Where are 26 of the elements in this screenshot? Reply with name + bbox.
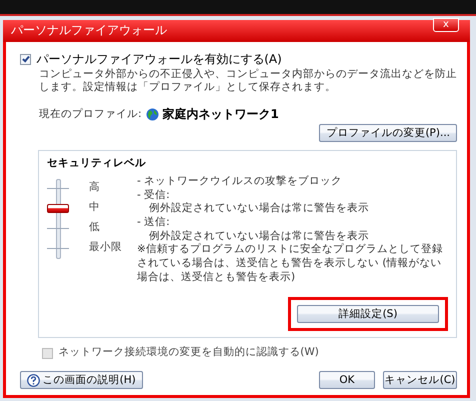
level-label: 高 <box>89 181 100 195</box>
globe-icon <box>146 108 159 122</box>
group-title: セキュリティレベル <box>47 157 147 172</box>
close-button[interactable]: x <box>433 18 459 32</box>
detail-text: ※信頼するプログラムのリストに安全なプログラムとして登録されている場合は、送受信とも警告を表示しない (情報がない場合は、送受信とも警告を表示) <box>137 243 444 284</box>
change-profile-button[interactable]: プロファイルの変更(P)... <box>319 124 457 142</box>
detail-text: 例外設定されていない場合は常に警告を表示 <box>148 230 370 243</box>
description-text: コンピュータ外部からの不正侵入や、コンピュータ内部からのデータ流出などを防止します。設定情報は「プロファイル」として保存されます。 <box>39 68 457 95</box>
help-button[interactable]: この画面の説明(H) <box>20 371 143 389</box>
checkbox-label[interactable]: パーソナルファイアウォールを有効にする(A) <box>36 52 282 68</box>
detail-text: 例外設定されていない場合は常に警告を表示 <box>148 202 370 216</box>
advanced-settings-button[interactable]: 詳細設定(S) <box>297 305 439 324</box>
cancel-button[interactable]: キャンセル(C) <box>383 371 457 389</box>
detail-text: - ネットワークウイルスの攻撃をブロック <box>137 175 344 189</box>
slider-thumb[interactable] <box>47 204 69 213</box>
level-label: 最小限 <box>89 241 122 255</box>
ok-button[interactable]: OK <box>319 371 375 389</box>
window-title: パーソナルファイアウォール <box>11 23 167 39</box>
level-label: 低 <box>89 221 100 235</box>
checkbox[interactable] <box>20 54 31 66</box>
level-label: 中 <box>89 201 100 215</box>
profile-label: 現在のプロファイル: <box>39 108 142 122</box>
detail-text: - 送信: <box>137 216 171 230</box>
detail-text: - 受信: <box>137 188 171 202</box>
help-icon <box>27 374 40 386</box>
profile-name: 家庭内ネットワーク1 <box>162 106 279 122</box>
